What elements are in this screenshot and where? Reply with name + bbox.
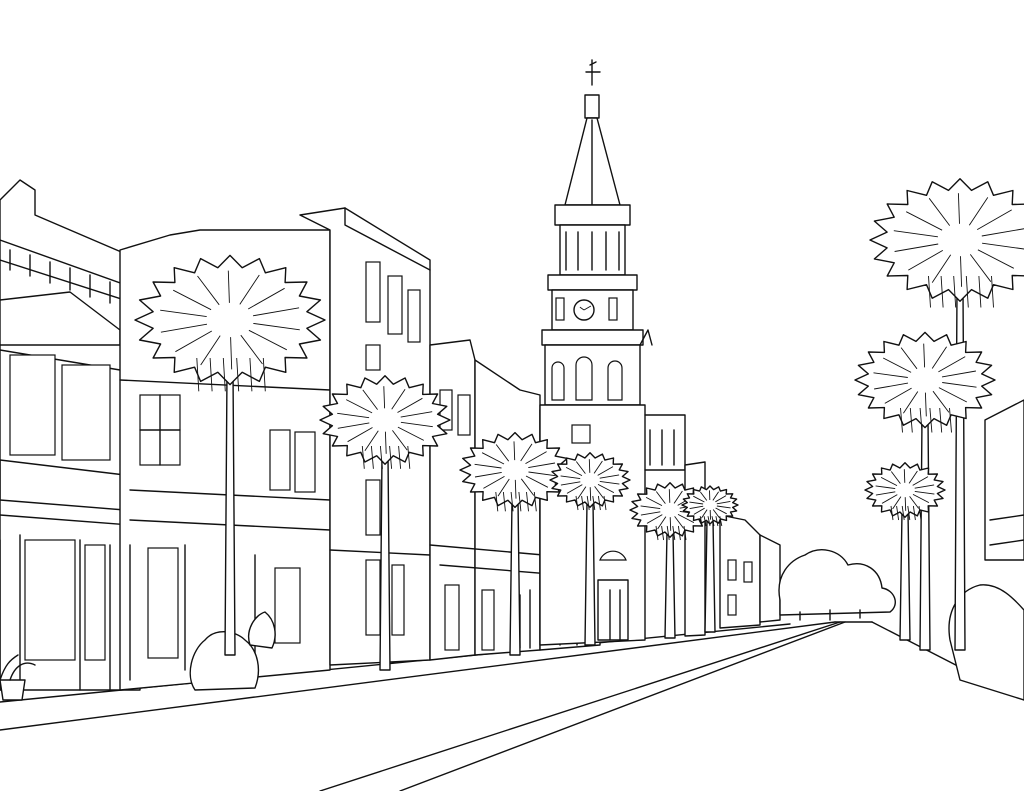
left-ornate-building (0, 179, 141, 691)
arched-window (607, 360, 623, 401)
palm-crown (854, 331, 996, 429)
palm-trunk (664, 531, 676, 639)
window (365, 344, 381, 371)
distant-tree-line (778, 549, 896, 621)
palm-trunk (899, 511, 911, 641)
window (608, 297, 618, 321)
palm-crown (869, 178, 1024, 302)
window (391, 564, 405, 636)
window (365, 559, 381, 636)
palm-trunk (704, 519, 716, 633)
palm-trunk (919, 417, 931, 651)
window (365, 261, 381, 323)
planter (0, 679, 26, 701)
window (727, 559, 737, 581)
window (555, 297, 565, 321)
window (571, 424, 591, 444)
window (407, 289, 421, 343)
bay-window (9, 354, 56, 456)
palm-trunk (509, 499, 521, 656)
bay-window (61, 364, 111, 461)
palm-tree (864, 462, 946, 641)
window (387, 275, 403, 335)
window (294, 431, 316, 493)
window (269, 429, 291, 491)
arched-window (575, 356, 593, 401)
weather-vane (585, 59, 601, 86)
door (274, 567, 301, 644)
palm-trunk (379, 455, 391, 671)
storefront-window (84, 544, 106, 661)
palm-trunk (224, 371, 236, 656)
window (727, 594, 737, 616)
palm-crown (864, 462, 946, 518)
window (365, 479, 381, 536)
door (147, 547, 179, 659)
door (444, 584, 460, 651)
street-scene (0, 59, 1024, 791)
arched-window (551, 361, 565, 401)
door (481, 589, 495, 651)
window (457, 394, 471, 436)
storefront-window (24, 539, 76, 661)
church-steeple (539, 59, 686, 646)
palm-trunk (584, 501, 596, 646)
window (743, 561, 753, 583)
